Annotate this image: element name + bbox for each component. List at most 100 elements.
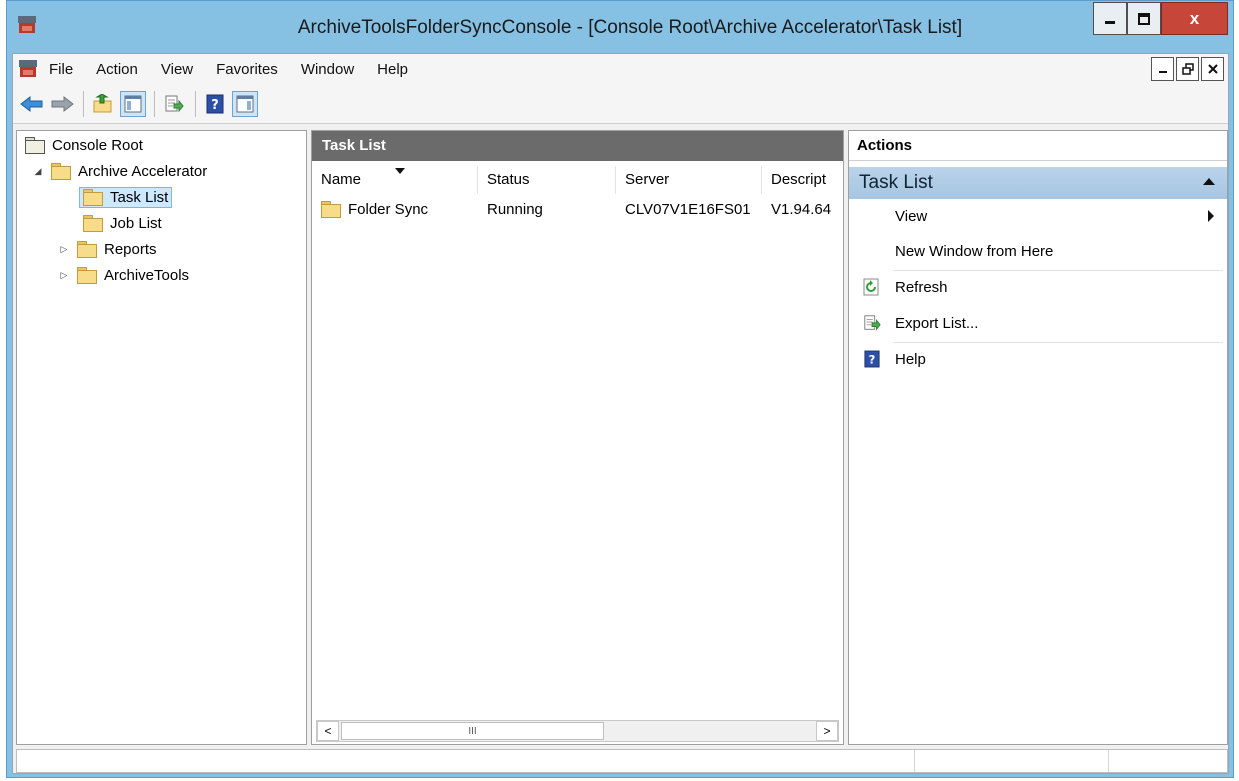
- system-menu-icon[interactable]: [17, 58, 39, 80]
- tree-item-label: ArchiveTools: [104, 266, 190, 284]
- back-button[interactable]: [19, 91, 45, 117]
- minimize-button[interactable]: [1093, 2, 1127, 35]
- scroll-left-button[interactable]: <: [317, 721, 339, 741]
- help-icon: ?: [863, 350, 881, 368]
- column-header-name[interactable]: Name: [312, 166, 478, 194]
- action-help[interactable]: ? Help: [849, 344, 1227, 374]
- maximize-button[interactable]: [1127, 2, 1161, 35]
- mdi-close-button[interactable]: [1201, 57, 1224, 81]
- column-header-server[interactable]: Server: [616, 166, 762, 194]
- mdi-minimize-button[interactable]: [1151, 57, 1174, 81]
- mdi-restore-button[interactable]: [1176, 57, 1199, 81]
- tree-item-archive-accelerator[interactable]: ◢ Archive Accelerator: [31, 159, 207, 183]
- maximize-icon: [1138, 12, 1150, 25]
- action-refresh[interactable]: Refresh: [849, 272, 1227, 302]
- show-hide-tree-button[interactable]: [120, 90, 146, 117]
- tree-item-console-root[interactable]: Console Root: [25, 133, 143, 157]
- action-export-list[interactable]: Export List...: [849, 308, 1227, 338]
- action-label: Export List...: [895, 314, 979, 332]
- menu-view[interactable]: View: [161, 61, 204, 78]
- minimize-icon: [1158, 71, 1167, 73]
- folder-icon: [83, 189, 103, 206]
- status-bar: [16, 749, 1228, 773]
- result-pane-header: Task List: [312, 131, 843, 161]
- help-button[interactable]: ?: [202, 91, 228, 117]
- refresh-icon: [863, 278, 881, 296]
- tree-item-label: Task List: [110, 188, 169, 206]
- forward-button[interactable]: [49, 91, 75, 117]
- collapse-up-icon[interactable]: [1203, 177, 1215, 185]
- tree-item-label: Console Root: [52, 136, 143, 154]
- show-hide-tree-icon: [124, 95, 142, 112]
- tree-item-label: Job List: [110, 214, 162, 232]
- menu-action[interactable]: Action: [96, 61, 149, 78]
- action-view[interactable]: View: [849, 201, 1227, 231]
- tree-item-job-list[interactable]: Job List: [83, 211, 162, 235]
- toolbar-separator: [154, 90, 155, 117]
- tree-item-reports[interactable]: ▷ Reports: [57, 237, 157, 261]
- up-one-level-button[interactable]: [90, 91, 116, 117]
- close-icon: x: [1189, 8, 1200, 28]
- export-list-button[interactable]: [161, 91, 187, 117]
- toolbar-separator: [83, 90, 84, 117]
- show-hide-action-pane-button[interactable]: [232, 90, 258, 117]
- action-new-window[interactable]: New Window from Here: [849, 236, 1227, 266]
- client-area: File Action View Favorites Window Help ?…: [12, 53, 1229, 774]
- horizontal-scrollbar[interactable]: < III >: [316, 720, 839, 742]
- action-label: View: [895, 207, 928, 225]
- scroll-right-button[interactable]: >: [816, 721, 838, 741]
- actions-section-task-list[interactable]: Task List: [849, 167, 1227, 199]
- title-bar[interactable]: ArchiveToolsFolderSyncConsole - [Console…: [7, 1, 1233, 53]
- folder-icon: [77, 267, 97, 284]
- close-button[interactable]: x: [1161, 2, 1228, 35]
- svg-text:?: ?: [211, 98, 219, 113]
- folder-icon: [321, 201, 341, 218]
- back-arrow-icon: [20, 95, 43, 112]
- actions-pane: Actions Task List View New Window from H…: [848, 130, 1228, 745]
- sort-descending-icon: [395, 168, 405, 174]
- result-pane: Task List Name Status Server Descript Fo…: [311, 130, 844, 745]
- cell-status: Running: [487, 200, 543, 218]
- menu-bar: File Action View Favorites Window Help: [13, 54, 1228, 84]
- cell-name: Folder Sync: [312, 197, 478, 221]
- actions-header: Actions: [849, 131, 1227, 161]
- up-folder-icon: [93, 93, 112, 112]
- tree-item-task-list[interactable]: Task List: [79, 185, 173, 209]
- mdi-controls: [1151, 57, 1224, 81]
- column-header-description[interactable]: Descript: [762, 166, 843, 194]
- status-divider: [1108, 750, 1109, 772]
- close-icon: [1207, 64, 1218, 74]
- action-spacer: [863, 207, 881, 225]
- status-divider: [914, 750, 915, 772]
- expand-triangle-icon[interactable]: ▷: [57, 270, 71, 281]
- tree-item-archivetools[interactable]: ▷ ArchiveTools: [57, 263, 189, 287]
- menu-help[interactable]: Help: [377, 61, 419, 78]
- cell-description: V1.94.64: [771, 200, 832, 218]
- submenu-arrow-icon: [1208, 210, 1214, 222]
- column-header-status[interactable]: Status: [478, 166, 616, 194]
- toolbar-separator: [195, 90, 196, 117]
- show-hide-action-pane-icon: [236, 95, 254, 112]
- window-title: ArchiveToolsFolderSyncConsole - [Console…: [297, 17, 963, 38]
- help-icon: ?: [206, 94, 224, 113]
- table-row[interactable]: Folder Sync Running CLV07V1E16FS01 V1.94…: [312, 197, 843, 221]
- forward-arrow-icon: [51, 95, 74, 112]
- tree-item-selection[interactable]: Task List: [79, 186, 173, 208]
- tree-item-label: Reports: [104, 240, 157, 258]
- menu-file[interactable]: File: [49, 61, 84, 78]
- export-list-icon: [863, 314, 881, 332]
- minimize-icon: [1105, 20, 1115, 24]
- scroll-thumb[interactable]: III: [341, 722, 604, 740]
- menu-favorites[interactable]: Favorites: [216, 61, 289, 78]
- mmc-window: ArchiveToolsFolderSyncConsole - [Console…: [6, 0, 1234, 778]
- collapse-triangle-icon[interactable]: ◢: [31, 166, 45, 177]
- console-root-folder-icon: [25, 137, 45, 154]
- expand-triangle-icon[interactable]: ▷: [57, 244, 71, 255]
- action-spacer: [863, 242, 881, 260]
- menu-window[interactable]: Window: [301, 61, 365, 78]
- actions-section-title: Task List: [859, 172, 933, 193]
- svg-text:?: ?: [869, 352, 876, 366]
- action-label: Refresh: [895, 278, 948, 296]
- list-column-header: Name Status Server Descript: [312, 166, 843, 194]
- export-list-icon: [165, 95, 184, 112]
